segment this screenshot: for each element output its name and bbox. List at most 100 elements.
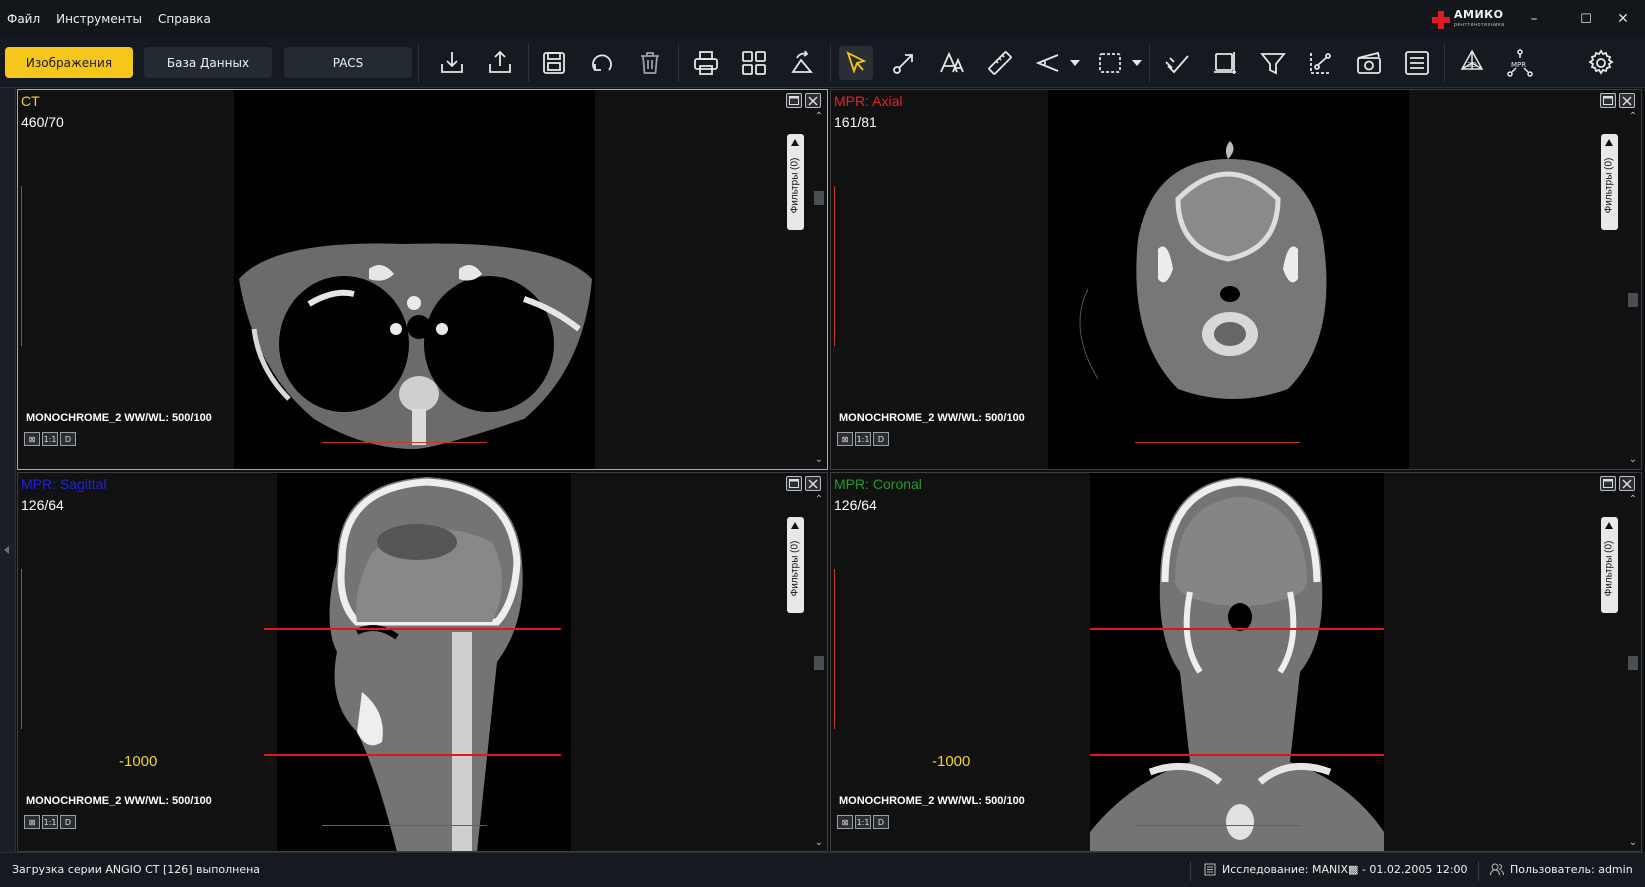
reset-view-button[interactable]: ⊠ [837,432,853,446]
trash-icon[interactable] [633,46,667,80]
d-button[interactable]: D [60,815,76,829]
d-button[interactable]: D [873,815,889,829]
text-annotation-icon[interactable] [935,46,969,80]
scroll-thumb[interactable] [814,656,824,670]
vertical-scale-ruler [21,569,25,729]
crosshair-line-bottom[interactable] [264,754,561,756]
user-icon [1490,863,1504,876]
hu-value-readout: -1000 [119,753,158,770]
one-to-one-button[interactable]: 1:1 [42,432,58,446]
window-level-readout: 126/64 [834,497,877,513]
one-to-one-button[interactable]: 1:1 [855,815,871,829]
mpr-sagittal-head-image[interactable] [277,472,571,852]
crosshair-line-top[interactable] [264,628,561,630]
toolbar-separator [528,44,529,82]
menu-help[interactable]: Справка [150,0,219,38]
maximize-viewport-icon[interactable] [786,93,802,108]
viewport-button-group: ⊠ 1:1 D [24,432,76,446]
filter-icon[interactable] [1256,46,1290,80]
maximize-viewport-icon[interactable] [1600,476,1616,491]
mpr-coronal-head-image[interactable] [1090,472,1384,852]
export-icon[interactable] [483,46,517,80]
filters-label: Фильтры (0) [789,540,801,597]
slice-scrollbar[interactable]: ⌃ ⌄ [813,111,825,467]
ruler-icon[interactable] [983,46,1017,80]
rotate-icon[interactable] [785,46,819,80]
horizontal-scale-ruler [1135,439,1300,443]
viewport-title: CT [21,93,40,109]
scroll-thumb[interactable] [1628,293,1638,307]
arrow-annotation-icon[interactable] [887,46,921,80]
filters-panel-toggle[interactable]: Фильтры (0) [1601,134,1618,230]
mpr-axial-neck-image[interactable] [1048,89,1409,470]
viewport-axial[interactable]: MPR: Axial 161/81 MONOCHROME_2 WW/WL: 50… [830,89,1642,470]
close-button[interactable]: ✕ [1601,0,1645,38]
slice-scrollbar[interactable]: ⌃ ⌄ [813,494,825,850]
scroll-thumb[interactable] [1628,656,1638,670]
angle-dropdown-icon[interactable] [1070,60,1080,66]
volume-3d-icon[interactable]: 3D [1455,46,1489,80]
close-viewport-icon[interactable] [1619,476,1635,491]
slice-scrollbar[interactable]: ⌃ ⌄ [1627,494,1639,850]
filters-panel-toggle[interactable]: Фильтры (0) [787,134,804,230]
curve-measure-icon[interactable] [1304,46,1338,80]
tab-images[interactable]: Изображения [5,47,133,78]
settings-icon[interactable] [1584,46,1618,80]
report-icon[interactable] [1400,46,1434,80]
left-panel-strip[interactable] [0,88,16,852]
angle-icon[interactable] [1031,46,1065,80]
crosshair-line-bottom[interactable] [1090,754,1384,756]
roi-dropdown-icon[interactable] [1132,60,1142,66]
reset-view-button[interactable]: ⊠ [24,815,40,829]
reset-view-button[interactable]: ⊠ [24,432,40,446]
scroll-up-icon[interactable]: ⌃ [1627,111,1639,122]
viewport-ct[interactable]: CT 460/70 MONOCHROME_2 WW/WL: 500/100 ⊠ … [17,89,828,470]
menu-file[interactable]: Файл [0,0,48,38]
scroll-up-icon[interactable]: ⌃ [1627,494,1639,505]
close-viewport-icon[interactable] [805,476,821,491]
study-label: Исследование: MANIX▩ - 01.02.2005 12:00 [1222,863,1468,876]
maximize-viewport-icon[interactable] [786,476,802,491]
scroll-up-icon[interactable]: ⌃ [813,494,825,505]
ct-axial-chest-image[interactable] [234,89,595,470]
status-message: Загрузка серии ANGIO CT [126] выполнена [12,863,261,876]
layout-grid-icon[interactable] [737,46,771,80]
calibrate-icon[interactable] [1160,46,1194,80]
crosshair-line-top[interactable] [1090,628,1384,630]
scroll-thumb[interactable] [814,191,824,205]
roi-select-icon[interactable] [1093,46,1127,80]
expand-panel-icon[interactable] [4,546,9,554]
pointer-icon[interactable] [839,46,873,80]
save-icon[interactable] [537,46,571,80]
svg-text:MPR: MPR [1511,61,1526,69]
close-viewport-icon[interactable] [1619,93,1635,108]
scroll-up-icon[interactable]: ⌃ [813,111,825,122]
filters-panel-toggle[interactable]: Фильтры (0) [787,517,804,613]
viewport-coronal[interactable]: MPR: Coronal 126/64 -1000 MONOCHROME_2 W… [830,472,1642,852]
crop-icon[interactable] [1208,46,1242,80]
minimize-button[interactable]: – [1512,0,1556,38]
scroll-down-icon[interactable]: ⌄ [813,454,825,465]
tab-pacs[interactable]: PACS [284,47,412,78]
maximize-viewport-icon[interactable] [1600,93,1616,108]
slice-scrollbar[interactable]: ⌃ ⌄ [1627,111,1639,467]
viewport-sagittal[interactable]: MPR: Sagittal 126/64 -1000 MONOCHROME_2 … [17,472,828,852]
cine-icon[interactable] [1352,46,1386,80]
tab-database[interactable]: База Данных [144,47,272,78]
scroll-down-icon[interactable]: ⌄ [1627,837,1639,848]
document-icon [1204,863,1216,876]
close-viewport-icon[interactable] [805,93,821,108]
print-icon[interactable] [689,46,723,80]
one-to-one-button[interactable]: 1:1 [42,815,58,829]
reset-view-button[interactable]: ⊠ [837,815,853,829]
one-to-one-button[interactable]: 1:1 [855,432,871,446]
menu-tools[interactable]: Инструменты [48,0,150,38]
mpr-icon[interactable]: MPR [1503,46,1537,80]
rotate-reset-icon[interactable] [585,46,619,80]
import-icon[interactable] [435,46,469,80]
d-button[interactable]: D [60,432,76,446]
scroll-down-icon[interactable]: ⌄ [1627,454,1639,465]
filters-panel-toggle[interactable]: Фильтры (0) [1601,517,1618,613]
d-button[interactable]: D [873,432,889,446]
scroll-down-icon[interactable]: ⌄ [813,837,825,848]
